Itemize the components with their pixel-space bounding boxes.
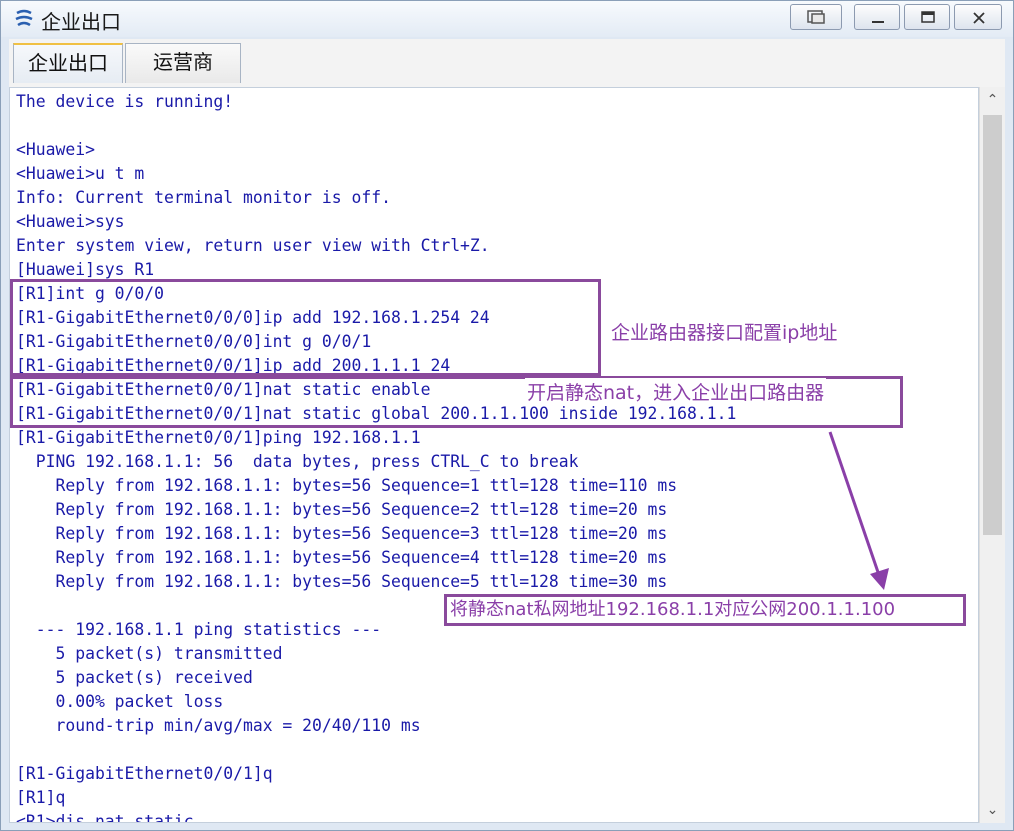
terminal-line: <Huawei>u t m: [16, 164, 145, 183]
tab-enterprise-exit[interactable]: 企业出口: [13, 43, 123, 83]
maximize-button[interactable]: [904, 4, 950, 30]
close-button[interactable]: [954, 4, 1002, 30]
terminal-line: Info: Current terminal monitor is off.: [16, 188, 391, 207]
terminal-line: Enter system view, return user view with…: [16, 236, 490, 255]
title-bar[interactable]: 企业出口: [1, 1, 1013, 37]
restore-button[interactable]: [790, 4, 842, 30]
tab-bar: 企业出口 运营商: [9, 39, 1005, 87]
terminal-line: PING 192.168.1.1: 56 data bytes, press C…: [16, 452, 579, 471]
app-logo-icon: [15, 9, 33, 27]
terminal-output[interactable]: The device is running! <Huawei> <Huawei>u …: [9, 87, 979, 823]
terminal-line: [R1]q: [16, 788, 66, 807]
terminal-line: round-trip min/avg/max = 20/40/110 ms: [16, 716, 421, 735]
terminal-line: <Huawei>: [16, 140, 95, 159]
terminal-line: Reply from 192.168.1.1: bytes=56 Sequenc…: [16, 572, 668, 591]
terminal-line: [R1-GigabitEthernet0/0/1]ping 192.168.1.…: [16, 428, 421, 447]
vertical-scrollbar[interactable]: ⌃ ⌄: [979, 87, 1005, 823]
terminal-line: <R1>dis nat static: [16, 812, 194, 823]
close-icon: [973, 12, 985, 24]
restore-icon: [807, 10, 825, 24]
terminal-line: [R1-GigabitEthernet0/0/1]q: [16, 764, 273, 783]
terminal-line: 5 packet(s) transmitted: [16, 644, 283, 663]
window-title: 企业出口: [41, 10, 121, 34]
terminal-line: The device is running!: [16, 92, 234, 111]
scroll-up-icon[interactable]: ⌃: [980, 89, 1005, 111]
terminal-line: 5 packet(s) received: [16, 668, 253, 687]
minimize-button[interactable]: [854, 4, 900, 30]
minimize-icon: [872, 21, 884, 23]
terminal-line: Reply from 192.168.1.1: bytes=56 Sequenc…: [16, 476, 678, 495]
scrollbar-thumb[interactable]: [983, 115, 1002, 535]
terminal-line: Reply from 192.168.1.1: bytes=56 Sequenc…: [16, 524, 668, 543]
terminal-lines: The device is running! <Huawei> <Huawei>u …: [16, 90, 736, 823]
enable-nat-note: 开启静态nat，进入企业出口路由器: [525, 378, 827, 405]
interface-config-highlight: [10, 279, 601, 376]
terminal-line: Reply from 192.168.1.1: bytes=56 Sequenc…: [16, 548, 668, 567]
terminal-line: Reply from 192.168.1.1: bytes=56 Sequenc…: [16, 500, 668, 519]
terminal-line: 0.00% packet loss: [16, 692, 224, 711]
tab-carrier[interactable]: 运营商: [125, 43, 241, 83]
nat-mapping-note: 将静态nat私网地址192.168.1.1对应公网200.1.1.100: [444, 594, 966, 626]
maximize-icon: [921, 11, 935, 23]
interface-config-note: 企业路由器接口配置ip地址: [611, 322, 838, 344]
terminal-line: <Huawei>sys: [16, 212, 125, 231]
scroll-down-icon[interactable]: ⌄: [980, 799, 1005, 821]
